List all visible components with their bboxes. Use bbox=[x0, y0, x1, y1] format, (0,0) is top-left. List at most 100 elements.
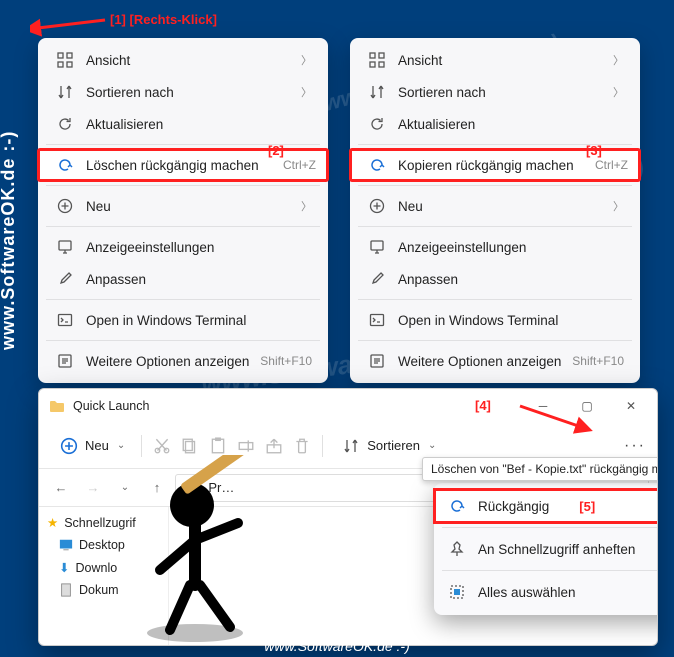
chevron-right-icon: 〉 bbox=[613, 198, 624, 214]
new-button[interactable]: Neu ⌄ bbox=[49, 428, 133, 464]
grid-icon bbox=[368, 51, 386, 69]
paste-icon[interactable] bbox=[206, 434, 230, 458]
ctx-display-settings[interactable]: Anzeigeeinstellungen bbox=[354, 231, 636, 263]
chevron-right-icon: 〉 bbox=[301, 52, 312, 68]
folder-icon bbox=[49, 398, 65, 414]
ctx-display-settings[interactable]: Anzeigeeinstellungen bbox=[42, 231, 324, 263]
refresh-icon bbox=[368, 115, 386, 133]
forward-button[interactable]: → bbox=[79, 474, 107, 502]
copy-icon[interactable] bbox=[178, 434, 202, 458]
ctx-undo-copy[interactable]: Kopieren rückgängig machen Ctrl+Z bbox=[350, 149, 640, 181]
separator bbox=[322, 435, 323, 457]
annotation-5: [5] bbox=[579, 499, 595, 514]
refresh-icon bbox=[56, 115, 74, 133]
toolbar-overflow-menu: Löschen von "Bef - Kopie.txt" rückgängig… bbox=[434, 483, 658, 615]
more-options-icon bbox=[56, 352, 74, 370]
ctx-new[interactable]: Neu 〉 bbox=[42, 190, 324, 222]
up-button[interactable]: ↑ bbox=[143, 474, 171, 502]
separator bbox=[358, 340, 632, 341]
chevron-right-icon: 〉 bbox=[301, 84, 312, 100]
ctx-more-options[interactable]: Weitere Optionen anzeigen Shift+F10 bbox=[354, 345, 636, 377]
terminal-icon bbox=[56, 311, 74, 329]
sidebar-downloads[interactable]: ⬇ Downlo bbox=[39, 556, 168, 579]
context-menu-right: Ansicht 〉 Sortieren nach 〉 Aktualisieren… bbox=[350, 38, 640, 383]
ctx-terminal[interactable]: Open in Windows Terminal bbox=[354, 304, 636, 336]
monitor-icon bbox=[56, 238, 74, 256]
pin-icon bbox=[448, 540, 466, 558]
separator bbox=[358, 299, 632, 300]
context-menu-left: Ansicht 〉 Sortieren nach 〉 Aktualisieren… bbox=[38, 38, 328, 383]
ctx-personalize[interactable]: Anpassen bbox=[42, 263, 324, 295]
separator bbox=[358, 144, 632, 145]
download-icon: ⬇ bbox=[59, 560, 69, 575]
folder-icon bbox=[182, 481, 196, 495]
plus-circle-icon bbox=[56, 197, 74, 215]
star-icon: ★ bbox=[47, 515, 58, 530]
rename-icon[interactable] bbox=[234, 434, 258, 458]
sidebar-desktop[interactable]: Desktop bbox=[39, 534, 168, 556]
brush-icon bbox=[56, 270, 74, 288]
ctx-view[interactable]: Ansicht 〉 bbox=[354, 44, 636, 76]
separator bbox=[46, 144, 320, 145]
ctx-sort[interactable]: Sortieren nach 〉 bbox=[42, 76, 324, 108]
sidebar-quickaccess[interactable]: ★ Schnellzugrif bbox=[39, 511, 168, 534]
back-button[interactable]: ← bbox=[47, 474, 75, 502]
chevron-right-icon: 〉 bbox=[613, 52, 624, 68]
ctx-new[interactable]: Neu 〉 bbox=[354, 190, 636, 222]
separator bbox=[442, 527, 658, 528]
separator bbox=[442, 570, 658, 571]
chevron-right-icon: 〉 bbox=[613, 84, 624, 100]
sort-icon bbox=[56, 83, 74, 101]
grid-icon bbox=[56, 51, 74, 69]
desktop-icon bbox=[59, 538, 73, 552]
brush-icon bbox=[368, 270, 386, 288]
ctx-sort[interactable]: Sortieren nach 〉 bbox=[354, 76, 636, 108]
minimize-button[interactable]: ─ bbox=[521, 391, 565, 421]
separator bbox=[141, 435, 142, 457]
separator bbox=[358, 226, 632, 227]
menu-undo[interactable]: Rückgängig [5] bbox=[434, 489, 658, 523]
chevron-down-icon: ⌄ bbox=[117, 440, 125, 451]
close-button[interactable]: ✕ bbox=[609, 391, 653, 421]
ctx-personalize[interactable]: Anpassen bbox=[354, 263, 636, 295]
undo-tooltip: Löschen von "Bef - Kopie.txt" rückgängig… bbox=[422, 457, 658, 481]
ctx-undo-delete[interactable]: Löschen rückgängig machen Ctrl+Z bbox=[38, 149, 328, 181]
select-all-icon bbox=[448, 583, 466, 601]
menu-select-all[interactable]: Alles auswählen bbox=[434, 575, 658, 609]
sort-icon bbox=[339, 434, 363, 458]
sort-icon bbox=[368, 83, 386, 101]
plus-circle-icon bbox=[57, 434, 81, 458]
up-button[interactable]: ⌄ bbox=[111, 474, 139, 502]
ctx-more-options[interactable]: Weitere Optionen anzeigen Shift+F10 bbox=[42, 345, 324, 377]
explorer-sidebar: ★ Schnellzugrif Desktop ⬇ Downlo Dokum bbox=[39, 507, 169, 645]
separator bbox=[46, 340, 320, 341]
menu-pin[interactable]: An Schnellzugriff anheften bbox=[434, 532, 658, 566]
plus-circle-icon bbox=[368, 197, 386, 215]
annotation-1: [1] [Rechts-Klick] bbox=[110, 12, 217, 27]
ctx-refresh[interactable]: Aktualisieren bbox=[42, 108, 324, 140]
document-icon bbox=[59, 583, 73, 597]
maximize-button[interactable]: ▢ bbox=[565, 391, 609, 421]
cut-icon[interactable] bbox=[150, 434, 174, 458]
more-options-icon bbox=[368, 352, 386, 370]
more-menu-button[interactable]: ··· bbox=[623, 434, 647, 458]
undo-icon bbox=[56, 156, 74, 174]
share-icon[interactable] bbox=[262, 434, 286, 458]
arrow-annotation-1 bbox=[30, 8, 110, 38]
separator bbox=[46, 226, 320, 227]
separator bbox=[358, 185, 632, 186]
sidebar-documents[interactable]: Dokum bbox=[39, 579, 168, 601]
window-title: Quick Launch bbox=[73, 399, 149, 413]
undo-icon bbox=[368, 156, 386, 174]
delete-icon[interactable] bbox=[290, 434, 314, 458]
chevron-down-icon: ⌄ bbox=[428, 440, 436, 451]
page-watermark-side: www.SoftwareOK.de :-) bbox=[0, 131, 19, 350]
ctx-refresh[interactable]: Aktualisieren bbox=[354, 108, 636, 140]
separator bbox=[46, 299, 320, 300]
undo-icon bbox=[448, 497, 466, 515]
explorer-window: Quick Launch ─ ▢ ✕ Neu ⌄ Sortieren ⌄ bbox=[38, 388, 658, 646]
ctx-view[interactable]: Ansicht 〉 bbox=[42, 44, 324, 76]
titlebar: Quick Launch ─ ▢ ✕ bbox=[39, 389, 657, 423]
ctx-terminal[interactable]: Open in Windows Terminal bbox=[42, 304, 324, 336]
chevron-right-icon: 〉 bbox=[301, 198, 312, 214]
